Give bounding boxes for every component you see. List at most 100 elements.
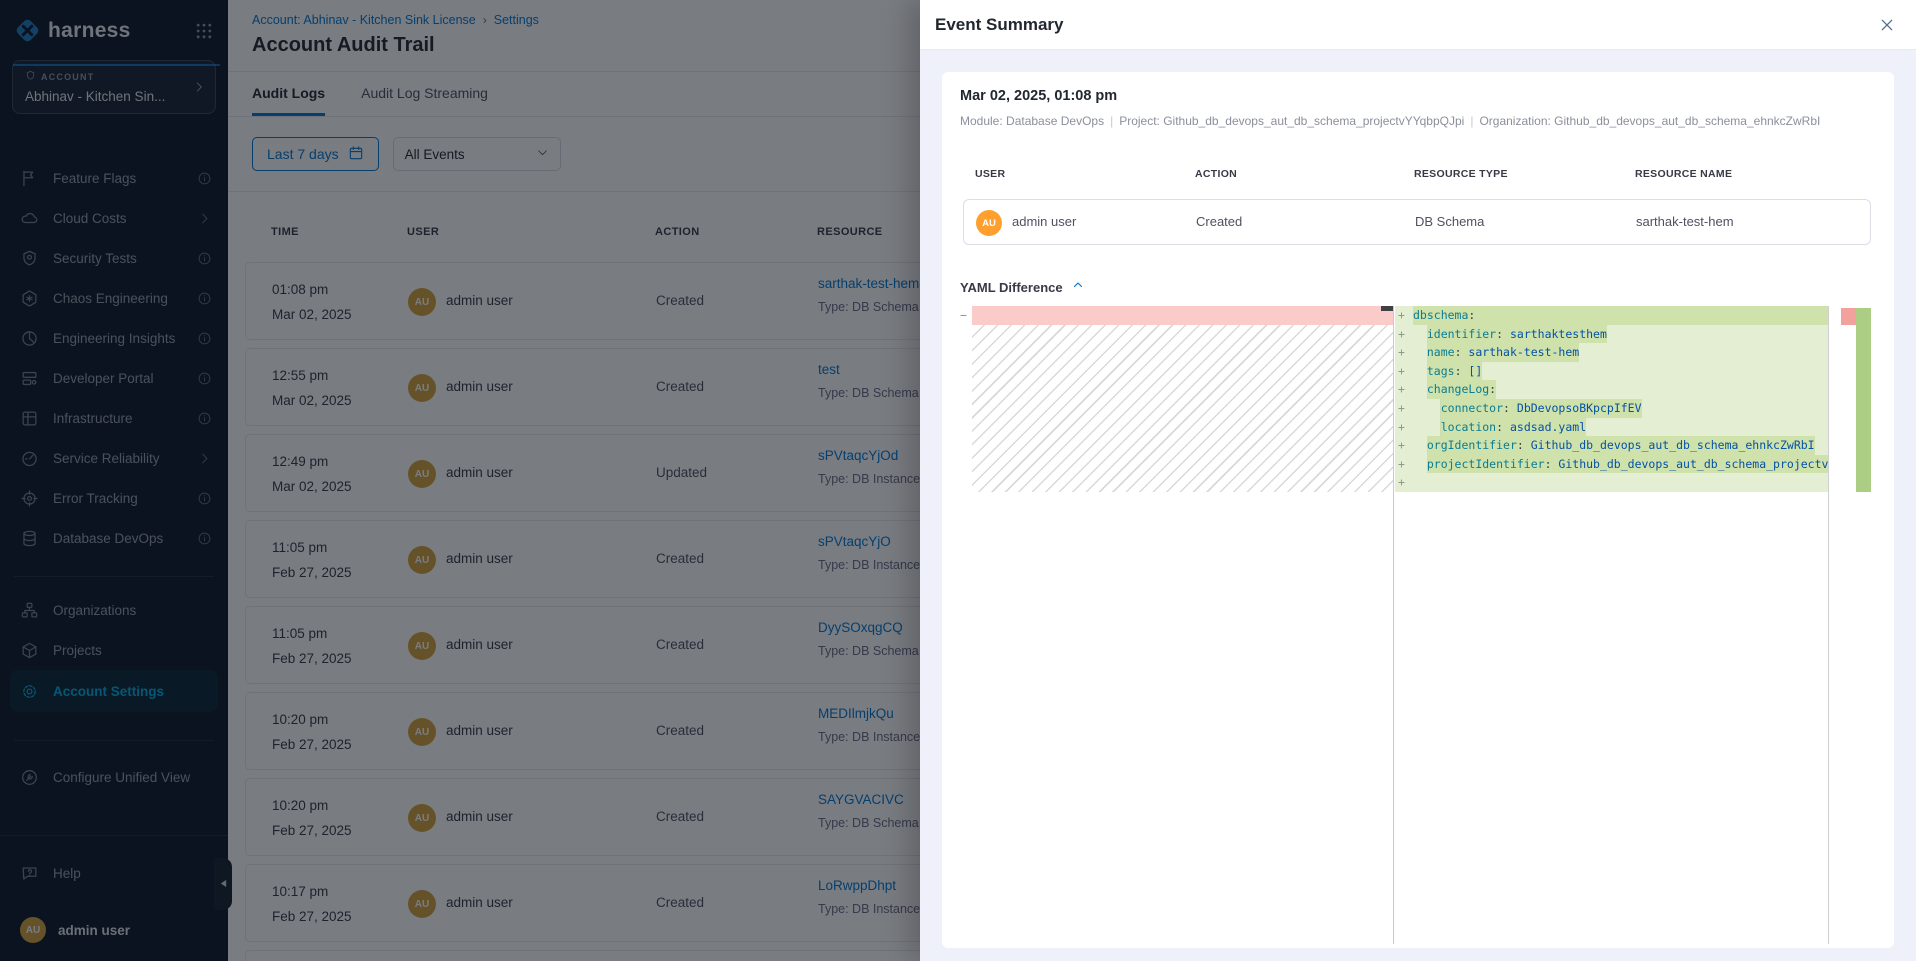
column-header-resource-type: RESOURCE TYPE [1414, 168, 1508, 180]
diff-left-pane [972, 306, 1393, 944]
diff-line-text: dbschema: [1413, 306, 1828, 325]
diff-added-segment: dbschema: [1413, 306, 1828, 325]
yaml-diff-editor[interactable]: − +dbschema:+ identifier: sarthaktesthem… [960, 306, 1871, 944]
diff-added-gutter: + [1395, 325, 1413, 344]
event-summary-card: Mar 02, 2025, 01:08 pm Module: Database … [942, 72, 1894, 948]
diff-removed-gutter: − [960, 306, 972, 325]
yaml-key: connector [1441, 401, 1503, 415]
indent [1413, 436, 1427, 455]
yaml-colon: : [1489, 382, 1496, 396]
diff-line-text [1413, 473, 1828, 492]
diff-added-gutter: + [1395, 380, 1413, 399]
diff-added-line: + [1395, 473, 1828, 492]
diff-added-line: + projectIdentifier: Github_db_devops_au… [1395, 455, 1828, 474]
drawer-title: Event Summary [935, 15, 1064, 35]
diff-added-line: + connector: DbDevopsoBKpcpIfEV [1395, 399, 1828, 418]
overview-ruler-removed [1841, 308, 1856, 325]
summary-resource-name: sarthak-test-hem [1636, 200, 1734, 244]
diff-added-segment: changeLog: [1427, 380, 1496, 399]
diff-scrollbar-boundary [1828, 306, 1829, 944]
indent [1427, 418, 1441, 437]
diff-line-text: projectIdentifier: Github_db_devops_aut_… [1413, 455, 1828, 474]
yaml-colon: : [1455, 345, 1469, 359]
diff-line-text: tags: [] [1413, 362, 1828, 381]
indent [1413, 418, 1427, 437]
indent [1413, 455, 1427, 474]
diff-added-gutter: + [1395, 306, 1413, 325]
diff-added-line: + tags: [] [1395, 362, 1828, 381]
diff-added-gutter: + [1395, 362, 1413, 381]
diff-added-line: + orgIdentifier: Github_db_devops_aut_db… [1395, 436, 1828, 455]
indent [1413, 325, 1427, 344]
yaml-key: dbschema [1413, 308, 1468, 322]
diff-added-segment: name: sarthak-test-hem [1427, 343, 1579, 362]
event-organization: Organization: Github_db_devops_aut_db_sc… [1479, 114, 1820, 128]
overview-ruler-added [1856, 308, 1871, 492]
yaml-value: Github_db_devops_aut_db_schema_ehnkcZwRb… [1531, 438, 1815, 452]
column-header-resource-name: RESOURCE NAME [1635, 168, 1732, 180]
event-summary-drawer: Event Summary Mar 02, 2025, 01:08 pm Mod… [920, 0, 1916, 961]
yaml-colon: : [1468, 308, 1475, 322]
indent [1413, 399, 1427, 418]
diff-added-segment: projectIdentifier: Github_db_devops_aut_… [1427, 455, 1828, 474]
diff-added-gutter: + [1395, 455, 1413, 474]
event-meta: Module: Database DevOps|Project: Github_… [960, 114, 1820, 128]
diff-added-line: + name: sarthak-test-hem [1395, 343, 1828, 362]
column-header-action: ACTION [1195, 168, 1237, 180]
indent [1413, 362, 1427, 381]
diff-line-text: orgIdentifier: Github_db_devops_aut_db_s… [1413, 436, 1828, 455]
indent [1427, 399, 1441, 418]
meta-separator: | [1464, 114, 1479, 128]
diff-added-segment: identifier: sarthaktesthem [1427, 325, 1607, 344]
yaml-colon: : [1455, 364, 1469, 378]
summary-user: admin user [1012, 200, 1076, 244]
chevron-up-icon [1072, 278, 1084, 296]
indent [1413, 343, 1427, 362]
yaml-difference-toggle[interactable]: YAML Difference [960, 278, 1084, 296]
app-root: harness ACCOUNT Abhinav - Kitchen Sin...… [0, 0, 1916, 961]
column-header-user: USER [975, 168, 1005, 180]
yaml-colon: : [1503, 401, 1517, 415]
yaml-value: asdsad.yaml [1510, 420, 1586, 434]
diff-added-segment: connector: DbDevopsoBKpcpIfEV [1441, 399, 1642, 418]
diff-sash[interactable] [1393, 306, 1394, 944]
diff-added-line: + changeLog: [1395, 380, 1828, 399]
yaml-value: sarthak-test-hem [1468, 345, 1579, 359]
diff-right-pane: +dbschema:+ identifier: sarthaktesthem+ … [1395, 306, 1828, 492]
close-icon[interactable] [1879, 17, 1895, 33]
yaml-colon: : [1496, 420, 1510, 434]
diff-added-gutter: + [1395, 418, 1413, 437]
diff-added-gutter: + [1395, 399, 1413, 418]
yaml-value: [] [1468, 364, 1482, 378]
indent [1413, 380, 1427, 399]
diff-added-gutter: + [1395, 343, 1413, 362]
summary-table-headers: USER ACTION RESOURCE TYPE RESOURCE NAME [942, 168, 1894, 182]
diff-added-segment: orgIdentifier: Github_db_devops_aut_db_s… [1427, 436, 1815, 455]
yaml-colon: : [1545, 457, 1559, 471]
diff-line-text: location: asdsad.yaml [1413, 418, 1828, 437]
diff-added-line: + identifier: sarthaktesthem [1395, 325, 1828, 344]
summary-resource-type: DB Schema [1415, 200, 1484, 244]
yaml-value: DbDevopsoBKpcpIfEV [1517, 401, 1642, 415]
diff-left-ruler-marker [1381, 306, 1393, 311]
event-timestamp: Mar 02, 2025, 01:08 pm [960, 88, 1117, 104]
diff-added-segment: location: asdsad.yaml [1441, 418, 1586, 437]
diff-added-gutter: + [1395, 473, 1413, 492]
event-project: Project: Github_db_devops_aut_db_schema_… [1119, 114, 1464, 128]
yaml-key: projectIdentifier [1427, 457, 1545, 471]
yaml-difference-label: YAML Difference [960, 280, 1063, 295]
diff-added-segment: tags: [] [1427, 362, 1482, 381]
diff-line-text: connector: DbDevopsoBKpcpIfEV [1413, 399, 1828, 418]
drawer-header: Event Summary [920, 0, 1916, 50]
yaml-key: orgIdentifier [1427, 438, 1517, 452]
diff-added-gutter: + [1395, 436, 1413, 455]
yaml-key: name [1427, 345, 1455, 359]
meta-separator: | [1104, 114, 1119, 128]
diff-line-text: name: sarthak-test-hem [1413, 343, 1828, 362]
summary-action: Created [1196, 200, 1242, 244]
yaml-key: location [1441, 420, 1496, 434]
event-module: Module: Database DevOps [960, 114, 1104, 128]
yaml-value: Github_db_devops_aut_db_schema_projectv [1558, 457, 1828, 471]
diff-hatched-filler [972, 325, 1393, 492]
diff-added-line: +dbschema: [1395, 306, 1828, 325]
